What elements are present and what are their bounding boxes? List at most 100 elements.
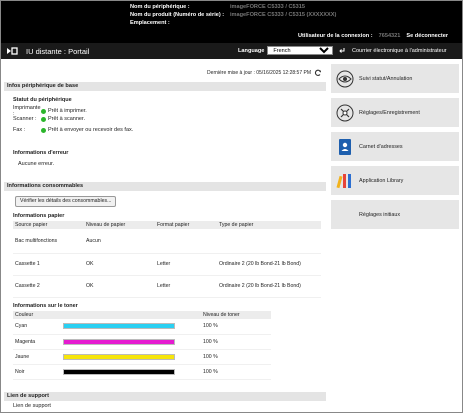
paper-level: Aucun <box>84 229 155 254</box>
scanner-status-label: Scanner : <box>13 116 37 122</box>
status-monitor-button[interactable]: Suivi statut/Annulation <box>331 64 459 93</box>
location-label: Emplacement : <box>130 20 170 26</box>
toner-level: 100 % <box>201 319 271 335</box>
toner-level: 100 % <box>201 364 271 380</box>
toner-color: Jaune <box>13 349 61 365</box>
paper-info-title: Informations papier <box>13 213 65 219</box>
settings-registration-button[interactable]: Réglages/Enregistrement <box>331 98 459 127</box>
toner-level: 100 % <box>201 334 271 350</box>
title-bar: IU distante : Portail Language French Co… <box>0 43 463 59</box>
fax-status-ok-icon <box>41 127 46 133</box>
toner-col-color: Couleur <box>13 311 61 319</box>
status-monitor-label: Suivi statut/Annulation <box>359 75 413 82</box>
toner-table: Couleur Niveau de toner Cyan 100 % Magen… <box>13 311 271 380</box>
paper-source: Cassette 2 <box>13 275 84 298</box>
check-consumables-button[interactable]: Vérifier les détails des consommables... <box>15 196 117 207</box>
refresh-icon[interactable] <box>314 69 322 77</box>
fax-status-label: Fax : <box>13 127 26 133</box>
device-info: Nom du périphérique : imageFORCE C5333 / … <box>130 3 336 27</box>
toner-level-bar <box>63 368 175 375</box>
toner-level-bar <box>63 323 175 330</box>
login-user-label: Utilisateur de la connexion : <box>298 33 373 39</box>
device-name-label: Nom du périphérique : <box>130 4 190 10</box>
language-select[interactable]: French <box>267 46 334 55</box>
paper-source: Bac multifonctions <box>13 229 84 254</box>
table-row: Noir 100 % <box>13 364 271 380</box>
last-updated: Dernière mise à jour : 05/16/2025 12:28:… <box>207 69 322 77</box>
page-title: IU distante : Portail <box>26 46 90 56</box>
toner-col-bar <box>61 311 201 319</box>
toner-level-bar <box>63 338 175 345</box>
device-status-title: Statut du périphérique <box>13 97 72 103</box>
paper-format: Letter <box>155 275 217 298</box>
paper-format: Letter <box>155 253 217 276</box>
table-row: Magenta 100 % <box>13 334 271 350</box>
toner-level-bar <box>63 353 175 360</box>
paper-col-type: Type de papier <box>217 221 321 229</box>
paper-type: Ordinaire 2 (20 lb Bond-21 lb Bond) <box>217 275 321 298</box>
settings-registration-label: Réglages/Enregistrement <box>359 109 420 116</box>
paper-type <box>217 229 321 254</box>
address-book-label: Carnet d'adresses <box>359 143 403 150</box>
login-user-value: 7654321 <box>378 33 401 39</box>
product-name-label: Nom du produit (Numéro de série) : <box>130 12 225 18</box>
paper-col-level: Niveau de papier <box>84 221 155 229</box>
table-row: Bac multifonctions Aucun <box>13 229 321 254</box>
application-library-label: Application Library <box>359 177 404 184</box>
initial-settings-button[interactable]: Réglages initiaux <box>331 200 459 229</box>
fax-status-row: Fax : Prêt à envoyer ou recevoir des fax… <box>13 127 133 133</box>
toner-table-header: Couleur Niveau de toner <box>13 311 271 319</box>
scanner-status-value: Prêt à scanner. <box>48 116 85 122</box>
table-row: Jaune 100 % <box>13 349 271 365</box>
scanner-status-ok-icon <box>41 116 46 122</box>
paper-table: Source papier Niveau de papier Format pa… <box>13 221 321 298</box>
status-monitor-icon <box>336 70 354 88</box>
address-book-icon <box>336 138 354 156</box>
settings-icon <box>336 104 354 122</box>
paper-col-source: Source papier <box>13 221 84 229</box>
mail-admin-link[interactable]: Courrier électronique à l'administrateur <box>352 48 447 54</box>
language-selector: Language French <box>238 46 346 55</box>
product-name-value: imageFORCE C5333 / C5315 (XXXXXXX) <box>230 12 337 18</box>
paper-level: OK <box>84 253 155 276</box>
toner-color: Magenta <box>13 334 61 350</box>
scanner-status-row: Scanner : Prêt à scanner. <box>13 116 85 122</box>
device-name-value: imageFORCE C5333 / C5315 <box>230 4 305 10</box>
table-row: Cassette 2 OK Letter Ordinaire 2 (20 lb … <box>13 275 321 298</box>
paper-table-header: Source papier Niveau de papier Format pa… <box>13 221 321 229</box>
error-info-value: Aucune erreur. <box>18 161 55 167</box>
fax-status-value: Prêt à envoyer ou recevoir des fax. <box>48 127 134 133</box>
error-info-title: Informations d'erreur <box>13 150 69 156</box>
paper-level: OK <box>84 275 155 298</box>
toner-info-title: Informations sur le toner <box>13 303 78 309</box>
printer-status-ok-icon <box>41 108 46 114</box>
language-label: Language <box>238 47 265 54</box>
initial-settings-icon-placeholder <box>336 206 354 224</box>
login-info: Utilisateur de la connexion : 7654321 Se… <box>298 33 448 39</box>
application-library-icon <box>336 172 354 190</box>
support-link[interactable]: Lien de support <box>13 403 51 409</box>
application-library-button[interactable]: Application Library <box>331 166 459 195</box>
table-row: Cassette 1 OK Letter Ordinaire 2 (20 lb … <box>13 253 321 276</box>
remote-ui-logo-icon <box>6 46 18 56</box>
logout-link[interactable]: Se déconnecter <box>406 33 448 39</box>
main-content: Dernière mise à jour : 05/16/2025 12:28:… <box>4 62 326 413</box>
toner-color: Cyan <box>13 319 61 335</box>
basic-info-header: Infos périphérique de base <box>4 82 326 91</box>
paper-type: Ordinaire 2 (20 lb Bond-21 lb Bond) <box>217 253 321 276</box>
consumables-header: Informations consommables <box>4 182 326 191</box>
paper-col-format: Format papier <box>155 221 217 229</box>
last-updated-text: Dernière mise à jour : 05/16/2025 12:28:… <box>207 70 311 76</box>
initial-settings-label: Réglages initiaux <box>359 211 401 218</box>
device-header: Nom du périphérique : imageFORCE C5333 / … <box>0 0 463 43</box>
paper-source: Cassette 1 <box>13 253 84 276</box>
toner-color: Noir <box>13 364 61 380</box>
toner-col-level: Niveau de toner <box>201 311 271 319</box>
toner-level: 100 % <box>201 349 271 365</box>
table-row: Cyan 100 % <box>13 319 271 335</box>
paper-format <box>155 229 217 254</box>
printer-status-value: Prêt à imprimer. <box>48 108 87 114</box>
address-book-button[interactable]: Carnet d'adresses <box>331 132 459 161</box>
support-header: Lien de support <box>4 392 326 401</box>
language-apply-icon[interactable] <box>338 47 346 55</box>
